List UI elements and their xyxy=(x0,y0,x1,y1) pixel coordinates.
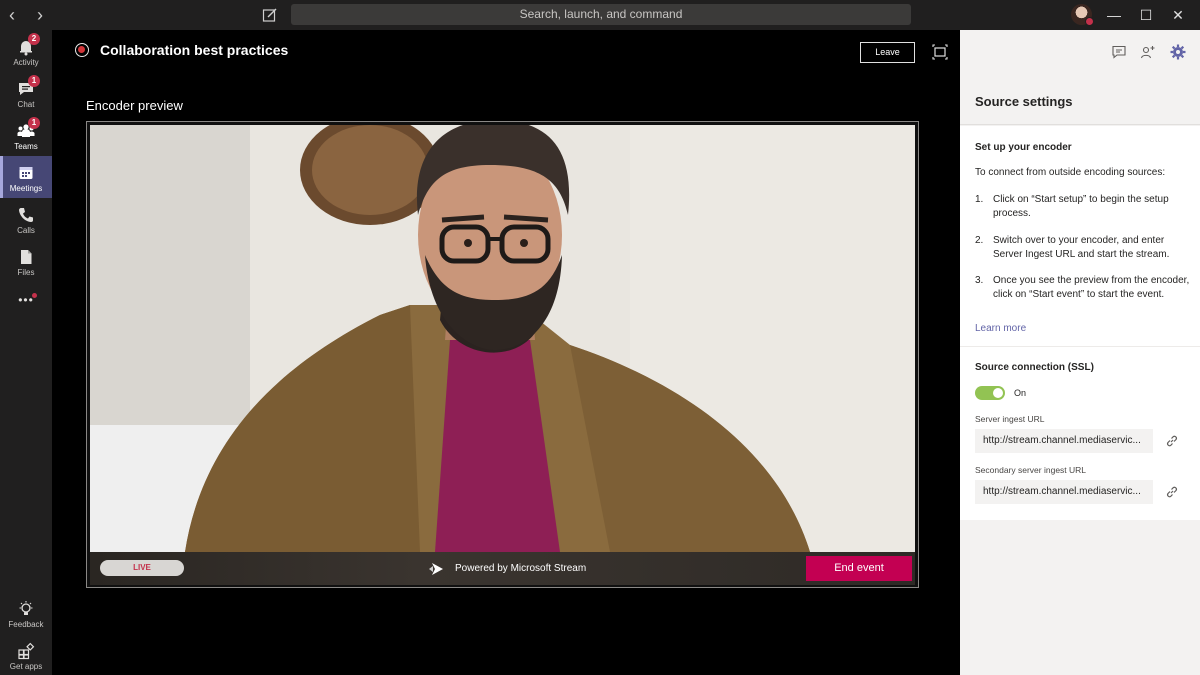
secondary-url-label: Secondary server ingest URL xyxy=(975,465,1087,475)
teams-badge: 1 xyxy=(28,117,40,129)
rail-label: Get apps xyxy=(9,662,43,671)
panel-content: Set up your encoder To connect from outs… xyxy=(960,126,1200,520)
calendar-icon xyxy=(19,167,33,179)
step-number: 3. xyxy=(975,275,984,286)
more-notification-dot xyxy=(32,293,37,298)
app-rail: 2 Activity 1 Chat 1 Teams Meetings Calls xyxy=(0,30,52,675)
phone-icon xyxy=(19,208,33,222)
activity-badge: 2 xyxy=(28,33,40,45)
copy-link-icon[interactable] xyxy=(1165,485,1179,499)
video-feed xyxy=(90,125,915,552)
panel-header: Source settings xyxy=(960,30,1200,125)
presence-badge xyxy=(1085,17,1094,26)
file-icon xyxy=(21,250,32,264)
rail-item-feedback[interactable]: Feedback xyxy=(0,592,52,634)
connection-heading: Source connection (SSL) xyxy=(975,362,1094,373)
more-apps-button[interactable]: ••• xyxy=(0,284,52,326)
gear-icon[interactable] xyxy=(1170,44,1186,60)
search-input[interactable]: Search, launch, and command xyxy=(291,4,911,25)
live-badge: LIVE xyxy=(100,560,184,576)
encoder-preview: LIVE Powered by Microsoft Stream End eve… xyxy=(86,121,919,588)
server-url-label: Server ingest URL xyxy=(975,414,1045,424)
presenter-image xyxy=(90,125,915,552)
rail-item-get-apps[interactable]: Get apps xyxy=(0,634,52,675)
powered-by-text: Powered by Microsoft Stream xyxy=(455,563,587,574)
compose-icon[interactable] xyxy=(261,6,279,24)
rail-label: Teams xyxy=(14,142,38,151)
rail-item-activity[interactable]: 2 Activity xyxy=(0,30,52,72)
setup-heading: Set up your encoder xyxy=(975,142,1072,153)
end-event-button[interactable]: End event xyxy=(806,556,912,581)
leave-button[interactable]: Leave xyxy=(860,42,915,63)
minimize-button[interactable]: — xyxy=(1104,5,1124,25)
panel-footer xyxy=(960,520,1200,675)
fullscreen-icon[interactable] xyxy=(932,44,948,60)
setup-intro: To connect from outside encoding sources… xyxy=(975,167,1166,178)
rail-item-meetings[interactable]: Meetings xyxy=(0,156,52,198)
chevron-left-icon[interactable]: ‹ xyxy=(2,5,22,25)
step-number: 2. xyxy=(975,235,984,246)
apps-icon xyxy=(18,642,35,660)
more-icon: ••• xyxy=(18,293,34,307)
people-add-icon[interactable] xyxy=(1140,44,1156,60)
source-settings-panel: Source settings Set up your encoder To c… xyxy=(960,30,1200,675)
server-url-field[interactable]: http://stream.channel.mediaservic... xyxy=(975,429,1153,453)
lightbulb-icon xyxy=(19,601,33,615)
rail-item-chat[interactable]: 1 Chat xyxy=(0,72,52,114)
step-text: Switch over to your encoder, and enter S… xyxy=(993,235,1170,260)
step-text: Once you see the preview from the encode… xyxy=(993,275,1190,300)
step-number: 1. xyxy=(975,194,984,205)
preview-title: Encoder preview xyxy=(86,98,183,113)
ssl-toggle[interactable] xyxy=(975,386,1005,400)
toggle-label: On xyxy=(1014,388,1027,398)
chevron-right-icon[interactable]: › xyxy=(30,5,50,25)
maximize-button[interactable]: ☐ xyxy=(1136,5,1156,25)
section-divider xyxy=(960,346,1200,347)
event-title: Collaboration best practices xyxy=(100,42,289,58)
chat-badge: 1 xyxy=(28,75,40,87)
close-button[interactable]: ✕ xyxy=(1168,5,1188,25)
rail-label: Meetings xyxy=(9,184,43,193)
copy-link-icon[interactable] xyxy=(1165,434,1179,448)
video-control-bar: LIVE Powered by Microsoft Stream End eve… xyxy=(90,552,915,585)
panel-title: Source settings xyxy=(975,94,1073,109)
step-text: Click on “Start setup” to begin the setu… xyxy=(993,194,1169,219)
secondary-url-field[interactable]: http://stream.channel.mediaservic... xyxy=(975,480,1153,504)
recording-icon xyxy=(75,43,89,57)
rail-label: Activity xyxy=(13,58,39,67)
rail-label: Feedback xyxy=(8,620,44,629)
rail-label: Files xyxy=(17,268,35,277)
rail-label: Calls xyxy=(17,226,35,235)
stream-logo-icon xyxy=(429,563,443,575)
rail-label: Chat xyxy=(17,100,35,109)
rail-item-teams[interactable]: 1 Teams xyxy=(0,114,52,156)
rail-item-files[interactable]: Files xyxy=(0,240,52,282)
rail-item-calls[interactable]: Calls xyxy=(0,198,52,240)
chat-bubble-icon[interactable] xyxy=(1111,44,1127,60)
title-bar: ‹ › Search, launch, and command — ☐ ✕ xyxy=(0,0,1200,30)
learn-more-link[interactable]: Learn more xyxy=(975,323,1026,334)
